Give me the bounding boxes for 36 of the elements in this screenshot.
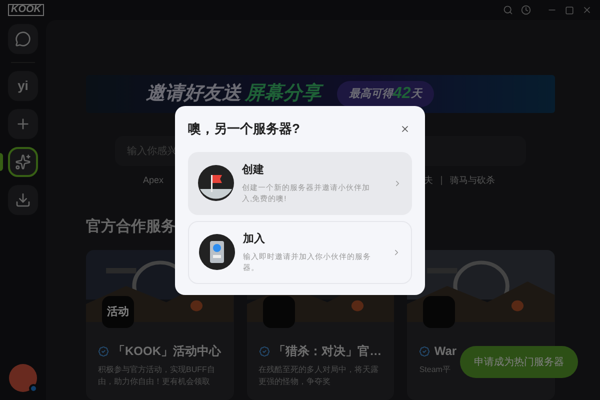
add-button[interactable]	[8, 109, 38, 139]
chevron-icon	[393, 178, 402, 188]
flag-icon	[198, 165, 234, 201]
server-avatar[interactable]: yi	[8, 71, 38, 101]
card-title: War	[434, 343, 457, 360]
tag-link[interactable]: 夫	[424, 174, 433, 188]
chevron-icon	[392, 248, 401, 256]
download-icon	[15, 192, 31, 208]
server-icon-label: 活动	[107, 304, 129, 320]
card-title: 「KOOK」活动中心	[113, 343, 221, 360]
close-icon[interactable]	[400, 124, 410, 134]
app-logo: KOOK	[8, 4, 44, 16]
maximize-icon[interactable]	[565, 6, 574, 14]
server-icon	[262, 296, 295, 328]
tag-link[interactable]: 骑马与砍杀	[450, 174, 495, 188]
plus-icon	[15, 116, 31, 132]
discover-button[interactable]	[8, 147, 38, 177]
banner-badge: 最高可得42天	[337, 81, 434, 107]
sparkle-icon	[15, 154, 31, 170]
chat-icon	[15, 31, 31, 47]
user-avatar[interactable]	[9, 364, 37, 392]
banner-headline: 邀请好友送	[146, 82, 241, 106]
clock-icon[interactable]	[521, 5, 531, 15]
apply-button[interactable]: 申请成为热门服务器	[460, 346, 578, 378]
ticket-icon	[199, 234, 235, 270]
banner[interactable]: 邀请好友送 屏幕分享 最高可得42天	[86, 75, 555, 113]
option-title: 加入	[243, 232, 266, 248]
active-indicator	[0, 153, 3, 171]
download-button[interactable]	[8, 185, 38, 215]
dialog-title: 噢，另一个服务器?	[188, 120, 300, 138]
option-title: 创建	[242, 162, 265, 178]
home-button[interactable]	[8, 24, 38, 54]
card-title: 「猎杀：对决」官…	[274, 343, 382, 360]
tag-link[interactable]: Apex	[143, 174, 164, 188]
search-icon[interactable]	[503, 5, 513, 15]
server-icon	[423, 296, 456, 328]
